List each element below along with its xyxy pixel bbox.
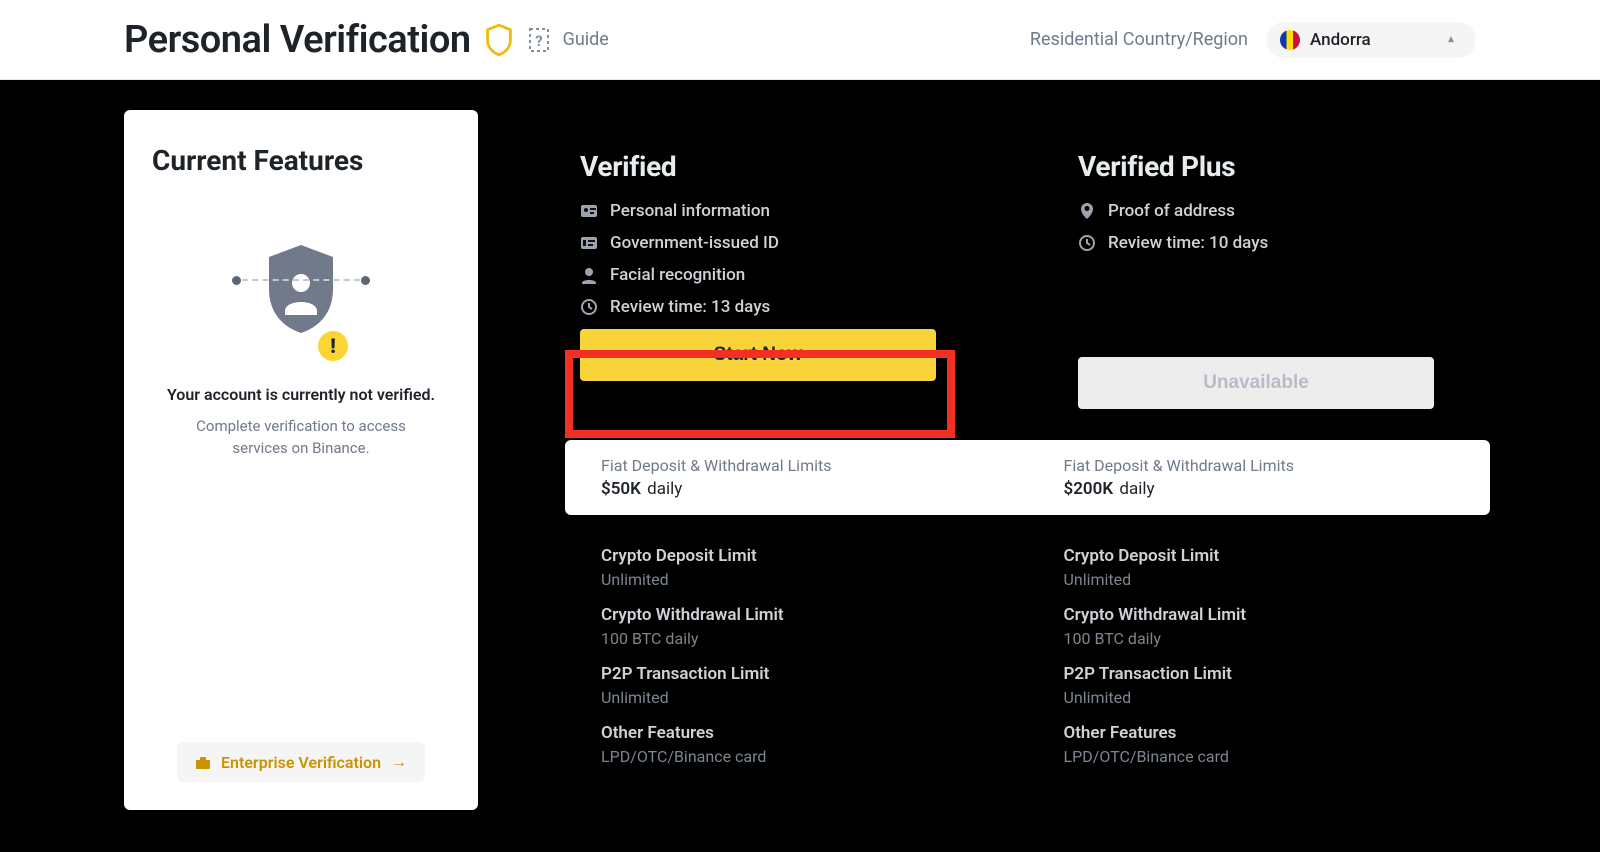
limit-label: Other Features — [601, 723, 992, 743]
req-item: Facial recognition — [580, 265, 938, 285]
face-icon — [580, 266, 598, 284]
limit-group: Crypto Withdrawal Limit 100 BTC daily — [601, 605, 992, 648]
band-unit: daily — [1119, 479, 1154, 499]
verification-status-illustration: ! — [246, 241, 356, 361]
limit-value: Unlimited — [1064, 688, 1455, 707]
limit-label: P2P Transaction Limit — [601, 664, 992, 684]
status-subline: Complete verification to access services… — [170, 416, 432, 460]
limit-group: Other Features LPD/OTC/Binance card — [601, 723, 992, 766]
req-item: Review time: 13 days — [580, 297, 938, 317]
limit-label: Crypto Deposit Limit — [601, 546, 992, 566]
clock-icon — [1078, 234, 1096, 252]
limit-label: Crypto Withdrawal Limit — [1064, 605, 1455, 625]
sidebar-heading: Current Features — [152, 144, 450, 177]
limit-group: Crypto Deposit Limit Unlimited — [601, 546, 992, 589]
limits-col-verified: Crypto Deposit Limit Unlimited Crypto Wi… — [565, 530, 1028, 770]
person-card-icon — [580, 202, 598, 220]
limit-value: Unlimited — [601, 570, 992, 589]
limit-group: P2P Transaction Limit Unlimited — [1064, 664, 1455, 707]
country-label: Residential Country/Region — [1030, 29, 1248, 50]
limit-label: Crypto Deposit Limit — [1064, 546, 1455, 566]
req-item: Review time: 10 days — [1078, 233, 1436, 253]
svg-text:?: ? — [535, 32, 542, 50]
pin-icon — [1078, 202, 1096, 220]
page-title: Personal Verification — [124, 18, 471, 62]
req-label: Review time: 13 days — [610, 297, 770, 317]
enterprise-label: Enterprise Verification — [221, 753, 381, 772]
limit-value: Unlimited — [1064, 570, 1455, 589]
guide-link[interactable]: Guide — [563, 29, 609, 50]
band-value: $50K — [601, 479, 641, 499]
enterprise-verification-button[interactable]: Enterprise Verification → — [177, 742, 425, 782]
briefcase-icon — [195, 755, 211, 769]
title-icons: ? — [485, 24, 551, 56]
req-label: Personal information — [610, 201, 770, 221]
tiers-area: Verified Personal information Government… — [520, 110, 1476, 852]
warning-badge-icon: ! — [318, 331, 348, 361]
topbar: Personal Verification ? Guide Residentia… — [0, 0, 1600, 80]
unavailable-button: Unavailable — [1078, 357, 1434, 409]
shield-icon — [485, 24, 513, 56]
status-line: Your account is currently not verified. — [160, 385, 442, 404]
req-item: Government-issued ID — [580, 233, 938, 253]
limit-value: LPD/OTC/Binance card — [601, 747, 992, 766]
id-card-icon — [580, 234, 598, 252]
country-select[interactable]: Andorra ▾ — [1266, 22, 1476, 58]
req-label: Proof of address — [1108, 201, 1235, 221]
tier-verified: Verified Personal information Government… — [520, 110, 978, 409]
arrow-right-icon: → — [391, 752, 407, 772]
fiat-limits-band: Fiat Deposit & Withdrawal Limits $50K da… — [565, 440, 1490, 515]
country-flag-icon — [1280, 30, 1300, 50]
tier-verified-plus: Verified Plus Proof of address Review ti… — [1018, 110, 1476, 409]
limit-label: Crypto Withdrawal Limit — [601, 605, 992, 625]
limit-value: 100 BTC daily — [1064, 629, 1455, 648]
limit-label: P2P Transaction Limit — [1064, 664, 1455, 684]
country-name: Andorra — [1310, 30, 1371, 50]
clock-icon — [580, 298, 598, 316]
limit-group: P2P Transaction Limit Unlimited — [601, 664, 992, 707]
limit-group: Crypto Deposit Limit Unlimited — [1064, 546, 1455, 589]
limit-group: Crypto Withdrawal Limit 100 BTC daily — [1064, 605, 1455, 648]
req-item: Proof of address — [1078, 201, 1436, 221]
limits-detail: Crypto Deposit Limit Unlimited Crypto Wi… — [565, 530, 1490, 770]
req-label: Facial recognition — [610, 265, 745, 285]
help-icon[interactable]: ? — [527, 26, 551, 54]
chevron-down-icon: ▾ — [1448, 33, 1454, 47]
band-label: Fiat Deposit & Withdrawal Limits — [601, 456, 992, 475]
limit-value: LPD/OTC/Binance card — [1064, 747, 1455, 766]
limit-group: Other Features LPD/OTC/Binance card — [1064, 723, 1455, 766]
band-value: $200K — [1064, 479, 1114, 499]
band-unit: daily — [647, 479, 682, 499]
req-item: Personal information — [580, 201, 938, 221]
tier-title: Verified — [580, 150, 938, 183]
limit-label: Other Features — [1064, 723, 1455, 743]
tier-title: Verified Plus — [1078, 150, 1436, 183]
req-label: Review time: 10 days — [1108, 233, 1268, 253]
limit-value: Unlimited — [601, 688, 992, 707]
req-label: Government-issued ID — [610, 233, 779, 253]
limits-col-plus: Crypto Deposit Limit Unlimited Crypto Wi… — [1028, 530, 1491, 770]
band-label: Fiat Deposit & Withdrawal Limits — [1064, 456, 1455, 475]
start-now-button[interactable]: Start Now — [580, 329, 936, 381]
sidebar-current-features: Current Features ! Your account is curre… — [124, 110, 478, 810]
limit-value: 100 BTC daily — [601, 629, 992, 648]
